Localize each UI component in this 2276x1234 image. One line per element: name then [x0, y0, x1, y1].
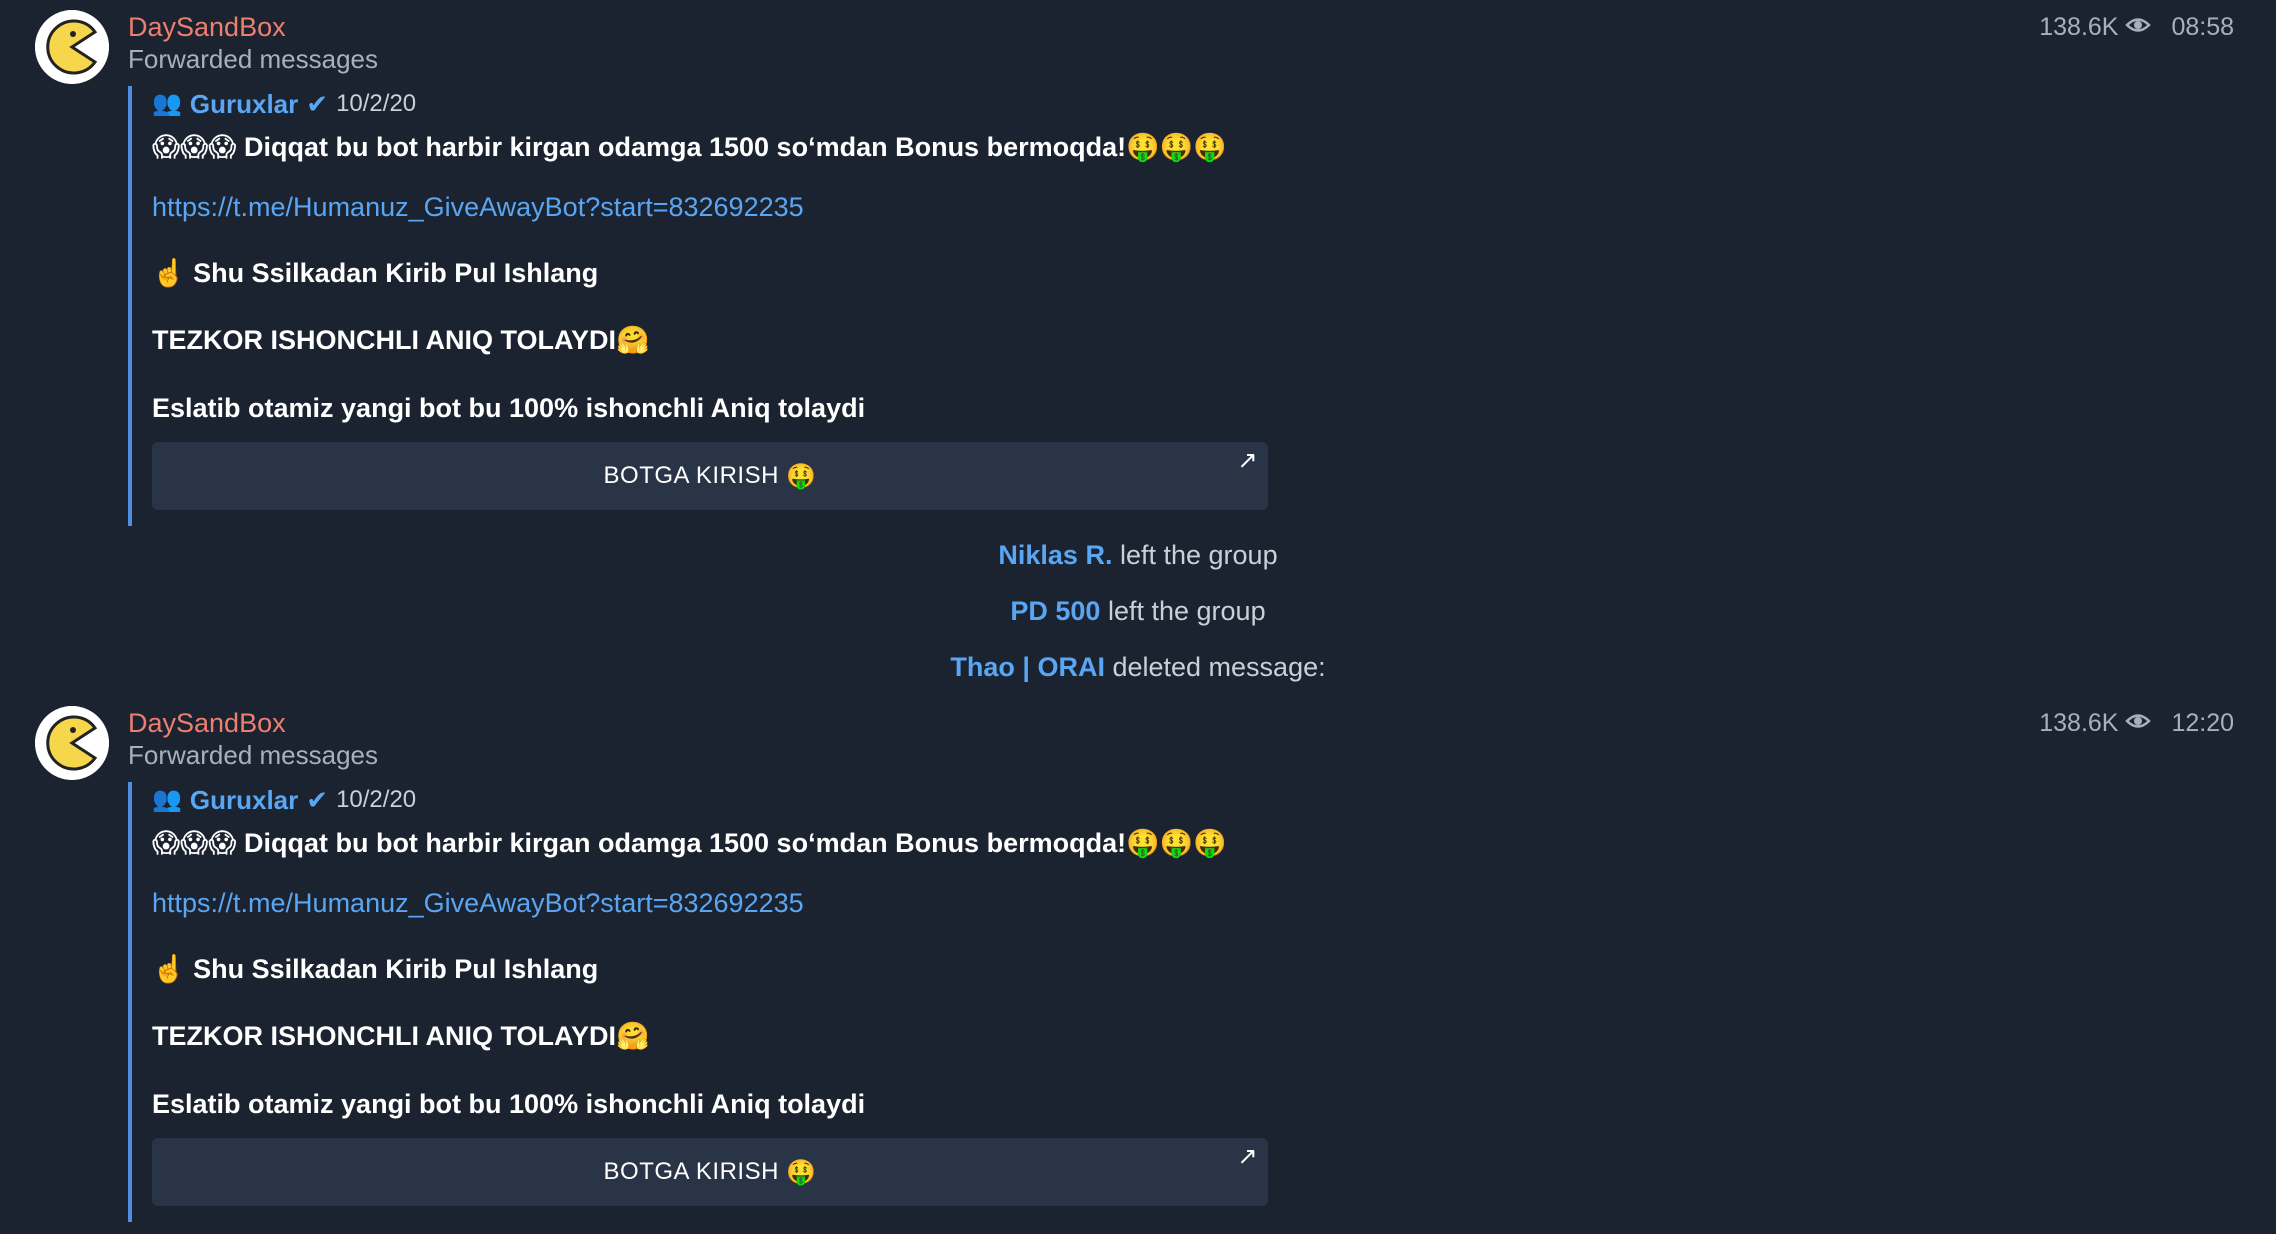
- cta-text: Shu Ssilkadan Kirib Pul Ishlang: [193, 258, 599, 288]
- money-face-emoji: 🤑🤑🤑: [1126, 132, 1227, 163]
- view-count: 138.6K: [2039, 12, 2152, 42]
- fast-line: TEZKOR ISHONCHLI ANIQ TOLAYDI🤗: [152, 1019, 650, 1054]
- post-meta: 138.6K 12:20: [2039, 708, 2234, 738]
- sender-name[interactable]: DaySandBox: [128, 12, 286, 42]
- forwarded-message[interactable]: 👥 Guruxlar ✔ 10/2/20 😱😱😱 Diqqat bu bot h…: [128, 782, 1272, 1222]
- forward-origin[interactable]: 👥 Guruxlar ✔ 10/2/20: [152, 88, 416, 120]
- verified-icon: ✔: [306, 89, 329, 119]
- cta-line: ☝️ Shu Ssilkadan Kirib Pul Ishlang: [152, 952, 598, 987]
- eye-icon: [2125, 15, 2152, 35]
- post-time: 08:58: [2171, 13, 2234, 41]
- forwarded-label: Forwarded messages: [128, 44, 378, 74]
- headline-text: Diqqat bu bot harbir kirgan odamga 1500 …: [243, 828, 1127, 858]
- forward-origin[interactable]: 👥 Guruxlar ✔ 10/2/20: [152, 784, 416, 816]
- money-face-emoji: 🤑🤑🤑: [1126, 828, 1227, 859]
- hugging-emoji: 🤗: [616, 1021, 650, 1052]
- origin-date: 10/2/20: [336, 786, 417, 813]
- money-face-emoji: 🤑: [786, 1158, 817, 1186]
- sender-name[interactable]: DaySandBox: [128, 708, 286, 738]
- money-face-emoji: 🤑: [786, 462, 817, 490]
- forwarded-label: Forwarded messages: [128, 740, 378, 770]
- post-time: 12:20: [2171, 709, 2234, 737]
- botga-kirish-button[interactable]: BOTGA KIRISH 🤑 ↗: [152, 442, 1268, 510]
- bot-link[interactable]: https://t.me/Humanuz_GiveAwayBot?start=8…: [152, 886, 804, 920]
- external-link-arrow-icon: ↗: [1237, 1143, 1258, 1170]
- verified-icon: ✔: [306, 785, 329, 815]
- reminder-line: Eslatib otamiz yangi bot bu 100% ishonch…: [152, 1089, 866, 1119]
- post-meta: 138.6K 08:58: [2039, 12, 2234, 42]
- origin-group-name[interactable]: Guruxlar: [190, 88, 298, 120]
- botga-kirish-button[interactable]: BOTGA KIRISH 🤑 ↗: [152, 1138, 1268, 1206]
- fast-text: TEZKOR ISHONCHLI ANIQ TOLAYDI: [152, 1021, 617, 1051]
- pacman-logo-icon: [35, 706, 109, 780]
- headline-text: Diqqat bu bot harbir kirgan odamga 1500 …: [243, 132, 1127, 162]
- service-action: left the group: [1107, 596, 1266, 626]
- view-count: 138.6K: [2039, 708, 2152, 738]
- group-icon: 👥: [152, 90, 182, 117]
- scream-emoji: 😱😱😱: [152, 828, 237, 859]
- pointing-up-emoji: ☝️: [152, 954, 186, 985]
- origin-date: 10/2/20: [336, 90, 417, 117]
- view-count-value: 138.6K: [2039, 709, 2119, 737]
- cta-text: Shu Ssilkadan Kirib Pul Ishlang: [193, 954, 599, 984]
- eye-icon: [2125, 711, 2152, 731]
- bot-link[interactable]: https://t.me/Humanuz_GiveAwayBot?start=8…: [152, 190, 804, 224]
- pointing-up-emoji: ☝️: [152, 258, 186, 289]
- group-icon: 👥: [152, 786, 182, 813]
- button-label: BOTGA KIRISH: [603, 462, 779, 489]
- service-message: PD 500 left the group: [0, 594, 2276, 628]
- chat-history: DaySandBox Forwarded messages 138.6K 08:…: [0, 0, 2276, 1234]
- pacman-logo-icon: [35, 10, 109, 84]
- forwarded-message[interactable]: 👥 Guruxlar ✔ 10/2/20 😱😱😱 Diqqat bu bot h…: [128, 86, 1272, 526]
- view-count-value: 138.6K: [2039, 13, 2119, 41]
- button-label: BOTGA KIRISH: [603, 1158, 779, 1185]
- fast-text: TEZKOR ISHONCHLI ANIQ TOLAYDI: [152, 325, 617, 355]
- fast-line: TEZKOR ISHONCHLI ANIQ TOLAYDI🤗: [152, 323, 650, 358]
- message-headline: 😱😱😱 Diqqat bu bot harbir kirgan odamga 1…: [152, 130, 1227, 165]
- service-action: left the group: [1119, 540, 1278, 570]
- hugging-emoji: 🤗: [616, 325, 650, 356]
- service-message: Niklas R. left the group: [0, 538, 2276, 572]
- service-user[interactable]: Niklas R.: [998, 540, 1112, 570]
- service-user[interactable]: PD 500: [1010, 596, 1100, 626]
- avatar[interactable]: [35, 706, 109, 780]
- message-headline: 😱😱😱 Diqqat bu bot harbir kirgan odamga 1…: [152, 826, 1227, 861]
- service-user[interactable]: Thao | ORAI: [950, 652, 1105, 682]
- avatar[interactable]: [35, 10, 109, 84]
- service-message: Thao | ORAI deleted message:: [0, 650, 2276, 684]
- scream-emoji: 😱😱😱: [152, 132, 237, 163]
- reminder-line: Eslatib otamiz yangi bot bu 100% ishonch…: [152, 393, 866, 423]
- origin-group-name[interactable]: Guruxlar: [190, 784, 298, 816]
- external-link-arrow-icon: ↗: [1237, 447, 1258, 474]
- cta-line: ☝️ Shu Ssilkadan Kirib Pul Ishlang: [152, 256, 598, 291]
- service-action: deleted message:: [1112, 652, 1326, 682]
